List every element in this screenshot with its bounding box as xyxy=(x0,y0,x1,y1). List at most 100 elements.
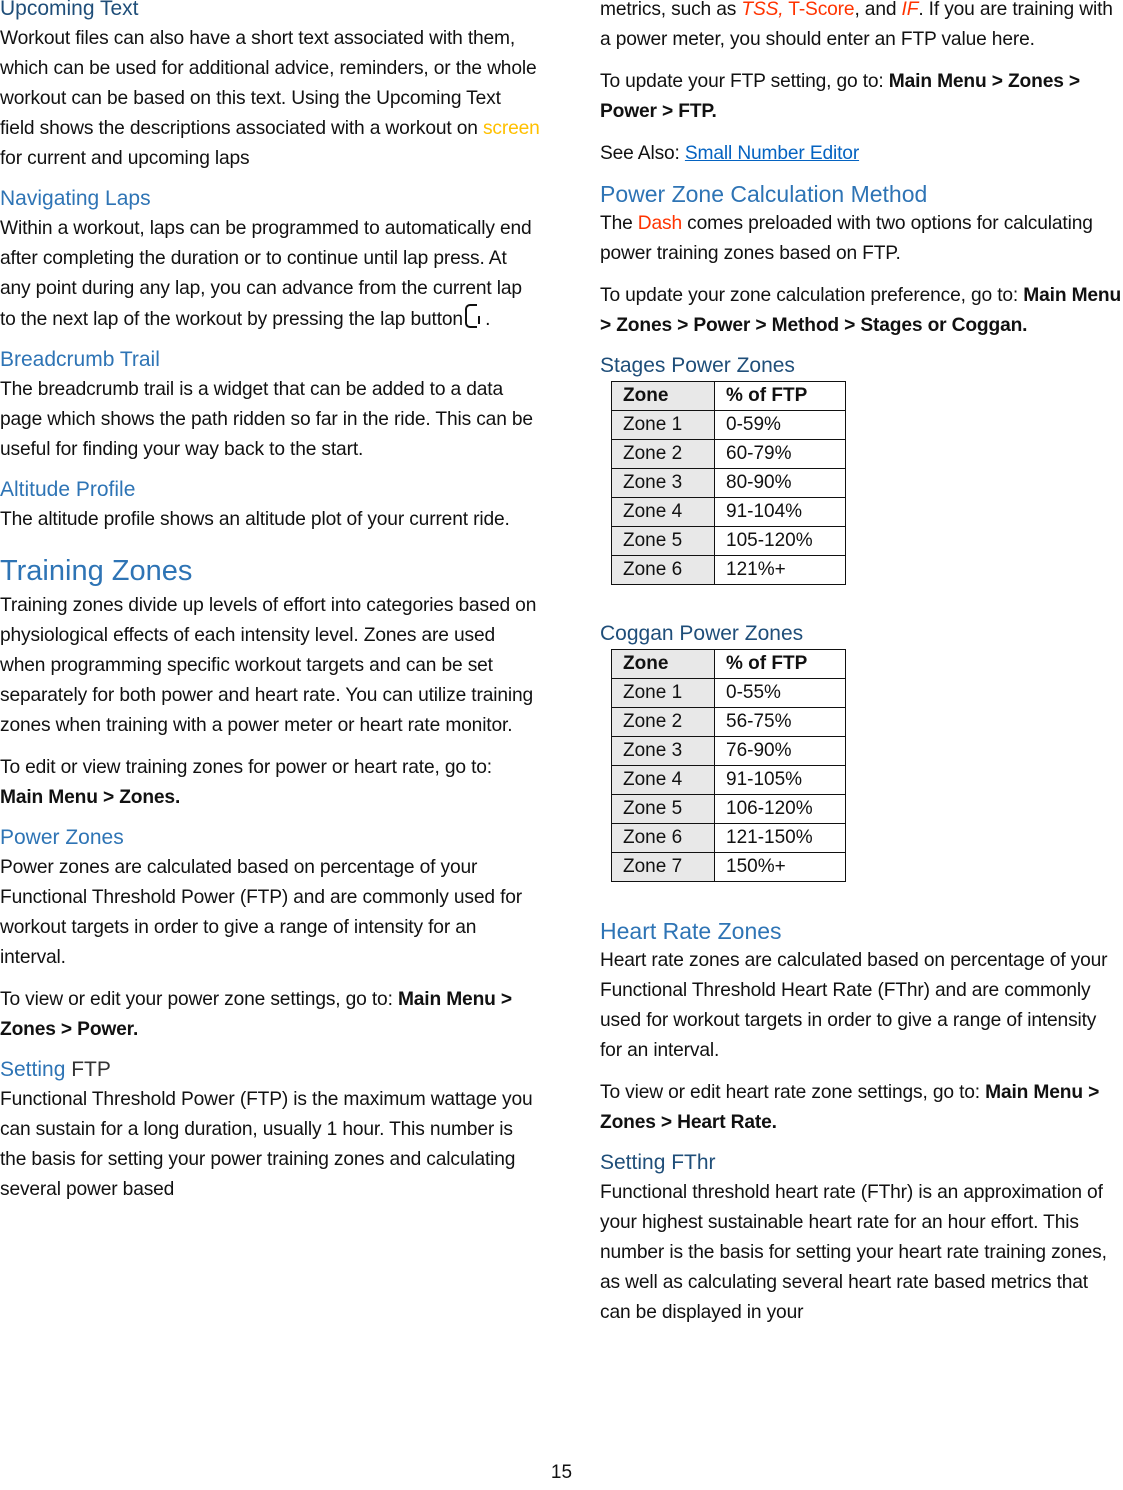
table-row: Zone 3 80-90% xyxy=(611,468,846,498)
nav-instruction-method: To update your zone calculation preferen… xyxy=(600,281,1123,341)
text: To view or edit heart rate zone settings… xyxy=(600,1082,986,1103)
table-row: Zone 4 91-104% xyxy=(611,497,846,527)
text: To edit or view training zones for power… xyxy=(0,757,492,778)
highlight-dash: Dash xyxy=(637,213,682,234)
heading-heart-rate-zones: Heart Rate Zones xyxy=(600,918,782,944)
section-training-zones: Training Zones Training zones divide up … xyxy=(0,553,540,813)
stages-zones-table: Zone % of FTP Zone 1 0-59% Zone 2 60-79% Z… xyxy=(611,381,846,585)
highlight-if: IF xyxy=(901,0,919,20)
ftp-cell: 106-120% xyxy=(714,794,846,824)
zone-cell: Zone 1 xyxy=(611,410,715,440)
page-number: 15 xyxy=(550,1462,573,1483)
table-row: Zone 3 76-90% xyxy=(611,736,846,766)
paragraph-breadcrumb-trail: The breadcrumb trail is a widget that ca… xyxy=(0,379,533,460)
heading-stages-zones: Stages Power Zones xyxy=(600,354,795,377)
heading-power-zones: Power Zones xyxy=(0,826,124,849)
heading-setting-ftp: Setting FTP xyxy=(0,1057,540,1083)
text: Setting xyxy=(0,1058,66,1081)
text: To view or edit your power zone settings… xyxy=(0,989,398,1010)
text: Workout files can also have a short text… xyxy=(0,28,537,139)
ftp-cell: 60-79% xyxy=(714,439,846,469)
paragraph-navigating-laps: Within a workout, laps can be programmed… xyxy=(0,214,540,335)
table-row: Zone 4 91-105% xyxy=(611,765,846,795)
heading-navigating-laps: Navigating Laps xyxy=(0,187,151,210)
paragraph-altitude-profile: The altitude profile shows an altitude p… xyxy=(0,509,510,530)
zone-cell: Zone 6 xyxy=(611,555,715,585)
table-row: Zone 6 121-150% xyxy=(611,823,846,853)
ftp-cell: 150%+ xyxy=(714,852,846,882)
text: FTP xyxy=(65,1058,111,1081)
column-header: % of FTP xyxy=(714,649,846,679)
zone-cell: Zone 1 xyxy=(611,678,715,708)
zone-cell: Zone 2 xyxy=(611,439,715,469)
nav-instruction-ftp: To update your FTP setting, go to: Main … xyxy=(600,67,1123,127)
highlight-tscore: T-Score xyxy=(783,0,855,20)
heading-upcoming-text: Upcoming Text xyxy=(0,0,139,20)
section-navigating-laps: Navigating Laps Within a workout, laps c… xyxy=(0,186,540,335)
heading-setting-fthr: Setting FThr xyxy=(600,1151,716,1174)
section-power-zones: Power Zones Power zones are calculated b… xyxy=(0,825,540,1045)
ftp-cell: 76-90% xyxy=(714,736,846,766)
right-column: metrics, such as TSS, T-Score, and IF. I… xyxy=(600,0,1123,1328)
ftp-cell: 56-75% xyxy=(714,707,846,737)
link-small-number-editor[interactable]: Small Number Editor xyxy=(685,143,859,164)
text: , and xyxy=(854,0,902,20)
table-row: Zone 1 0-55% xyxy=(611,678,846,708)
ftp-cell: 121-150% xyxy=(714,823,846,853)
zone-cell: Zone 3 xyxy=(611,736,715,766)
left-column: Upcoming Text Workout files can also hav… xyxy=(0,0,540,1205)
heading-coggan-zones: Coggan Power Zones xyxy=(600,622,804,645)
table-header-row: Zone % of FTP xyxy=(611,649,846,679)
ftp-cell: 0-59% xyxy=(714,410,846,440)
ftp-cell: 91-105% xyxy=(714,765,846,795)
see-also: See Also: Small Number Editor xyxy=(600,139,1123,169)
paragraph-ftp-metrics: metrics, such as TSS, T-Score, and IF. I… xyxy=(600,0,1123,55)
text: metrics, such as xyxy=(600,0,742,20)
menu-path: Main Menu > Zones. xyxy=(0,787,181,808)
paragraph-upcoming-text: Workout files can also have a short text… xyxy=(0,24,540,174)
heading-altitude-profile: Altitude Profile xyxy=(0,478,136,501)
table-row: Zone 7 150%+ xyxy=(611,852,846,882)
section-coggan-zones: Coggan Power Zones Zone % of FTP Zone 10… xyxy=(600,621,1123,882)
text: To update your FTP setting, go to: xyxy=(600,71,889,92)
highlight-tss: TSS, xyxy=(741,0,784,20)
table-row: Zone 5 105-120% xyxy=(611,526,846,556)
paragraph-setting-ftp: Functional Threshold Power (FTP) is the … xyxy=(0,1089,533,1200)
ftp-cell: 105-120% xyxy=(714,526,846,556)
zone-cell: Zone 2 xyxy=(611,707,715,737)
table-row: Zone 6 121%+ xyxy=(611,555,846,585)
table-header-row: Zone % of FTP xyxy=(611,381,846,411)
zone-cell: Zone 5 xyxy=(611,794,715,824)
text: . xyxy=(479,309,491,330)
section-heart-rate-zones: Heart Rate Zones Heart rate zones are ca… xyxy=(600,918,1123,1138)
heading-training-zones: Training Zones xyxy=(0,555,193,587)
table-row: Zone 2 56-75% xyxy=(611,707,846,737)
section-breadcrumb-trail: Breadcrumb Trail The breadcrumb trail is… xyxy=(0,347,540,465)
table-row: Zone 1 0-59% xyxy=(611,410,846,440)
paragraph-power-zones: Power zones are calculated based on perc… xyxy=(0,857,523,968)
ftp-cell: 121%+ xyxy=(714,555,846,585)
text: To update your zone calculation preferen… xyxy=(600,285,1024,306)
ftp-cell: 80-90% xyxy=(714,468,846,498)
section-altitude-profile: Altitude Profile The altitude profile sh… xyxy=(0,477,540,535)
heading-calc-method: Power Zone Calculation Method xyxy=(600,181,928,207)
section-upcoming-text: Upcoming Text Workout files can also hav… xyxy=(0,0,540,174)
section-calc-method: Power Zone Calculation Method The Dash c… xyxy=(600,181,1123,341)
table-row: Zone 5 106-120% xyxy=(611,794,846,824)
coggan-zones-table: Zone % of FTP Zone 1 0-55% Zone 2 56-75% Z… xyxy=(611,649,846,882)
column-header: Zone xyxy=(611,381,715,411)
text: Within a workout, laps can be programmed… xyxy=(0,218,532,330)
zone-cell: Zone 4 xyxy=(611,497,715,527)
nav-instruction-power: To view or edit your power zone settings… xyxy=(0,985,540,1045)
section-ftp-continued: metrics, such as TSS, T-Score, and IF. I… xyxy=(600,0,1123,169)
section-stages-zones: Stages Power Zones Zone % of FTP Zone 10… xyxy=(600,353,1123,585)
table-row: Zone 2 60-79% xyxy=(611,439,846,469)
zone-cell: Zone 5 xyxy=(611,526,715,556)
section-setting-ftp: Setting FTP Functional Threshold Power (… xyxy=(0,1057,540,1205)
nav-instruction-zones: To edit or view training zones for power… xyxy=(0,753,540,813)
zone-cell: Zone 3 xyxy=(611,468,715,498)
paragraph-training-zones: Training zones divide up levels of effor… xyxy=(0,595,537,736)
highlight-screen: screen xyxy=(482,118,540,139)
column-header: Zone xyxy=(611,649,715,679)
zone-cell: Zone 6 xyxy=(611,823,715,853)
